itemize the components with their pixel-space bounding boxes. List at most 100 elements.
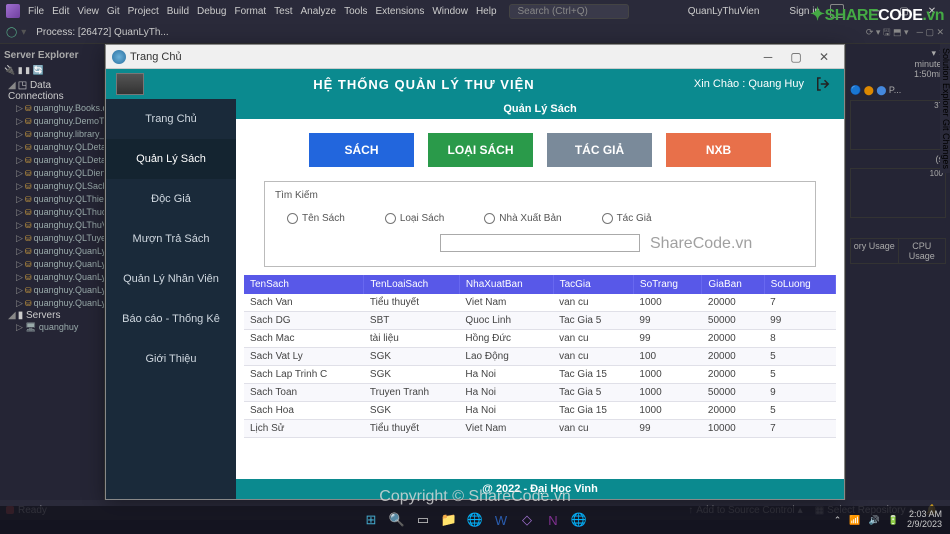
sidebar-item-0[interactable]: Trang Chủ	[106, 99, 236, 139]
db-node[interactable]: ▷⛁quanghuy.library_	[8, 128, 104, 141]
mem-usage-tab[interactable]: ory Usage	[851, 239, 899, 263]
menu-file[interactable]: File	[28, 6, 44, 17]
table-cell: 1000	[633, 366, 701, 384]
sidebar-item-1[interactable]: Quản Lý Sách	[106, 139, 236, 179]
sidebar-item-6[interactable]: Giới Thiệu	[106, 339, 236, 379]
col-header[interactable]: NhaXuatBan	[459, 275, 553, 294]
db-node[interactable]: ▷⛁quanghuy.DemoT	[8, 115, 104, 128]
app-sidebar: Trang ChủQuản Lý SáchĐộc GiảMượn Trả Sác…	[106, 99, 236, 499]
radio-3[interactable]: Tác Giả	[602, 213, 652, 224]
table-cell: 20000	[702, 348, 764, 366]
db-node[interactable]: ▷⛁quanghuy.QLDien	[8, 167, 104, 180]
menu-build[interactable]: Build	[167, 6, 189, 17]
db-node[interactable]: ▷⛁quanghuy.QLDeta	[8, 154, 104, 167]
cpu-usage-tab[interactable]: CPU Usage	[899, 239, 946, 263]
col-header[interactable]: TenLoaiSach	[364, 275, 460, 294]
col-header[interactable]: GiaBan	[702, 275, 764, 294]
table-row[interactable]: Sach ToanTruyen TranhHa NoiTac Gia 51000…	[244, 384, 836, 402]
menu-extensions[interactable]: Extensions	[375, 6, 424, 17]
table-row[interactable]: Sach HoaSGKHa NoiTac Gia 151000200005	[244, 402, 836, 420]
col-header[interactable]: SoTrang	[633, 275, 701, 294]
col-header[interactable]: TacGia	[553, 275, 633, 294]
db-node[interactable]: ▷⛁quanghuy.QuanLy	[8, 245, 104, 258]
data-connections-node[interactable]: ◢◳ Data Connections	[8, 80, 104, 102]
tray-chevron-icon[interactable]: ⌃	[834, 515, 842, 526]
sidebar-item-5[interactable]: Báo cáo - Thống Kê	[106, 299, 236, 339]
vs-taskbar-icon[interactable]: ◇	[516, 509, 538, 531]
sidebar-item-2[interactable]: Độc Giả	[106, 179, 236, 219]
servers-node[interactable]: ◢▮ Servers	[8, 310, 104, 321]
table-cell: Sach Toan	[244, 384, 364, 402]
battery-icon[interactable]: 🔋	[888, 515, 899, 526]
col-header[interactable]: SoLuong	[764, 275, 835, 294]
menu-analyze[interactable]: Analyze	[301, 6, 337, 17]
db-node[interactable]: ▷⛁quanghuy.QuanLy	[8, 271, 104, 284]
table-row[interactable]: Lịch SửTiểu thuyếtViet Namvan cu99100007	[244, 420, 836, 438]
app-close-button[interactable]: ✕	[810, 50, 838, 64]
table-cell: Quoc Linh	[459, 312, 553, 330]
radio-2[interactable]: Nhà Xuất Bản	[484, 213, 561, 224]
data-table-wrap: TenSachTenLoaiSachNhaXuatBanTacGiaSoTran…	[244, 275, 836, 473]
app-maximize-button[interactable]: ▢	[782, 50, 810, 64]
menu-debug[interactable]: Debug	[197, 6, 226, 17]
table-row[interactable]: Sach Mactài liệuHồng Đứcvan cu99200008	[244, 330, 836, 348]
radio-0[interactable]: Tên Sách	[287, 213, 345, 224]
db-node[interactable]: ▷⛁quanghuy.QLThiet	[8, 193, 104, 206]
volume-icon[interactable]: 🔊	[869, 515, 880, 526]
db-node[interactable]: ▷⛁quanghuy.QLThuV	[8, 219, 104, 232]
word-icon[interactable]: W	[490, 509, 512, 531]
tac-gia-button[interactable]: TÁC GIẢ	[547, 133, 652, 167]
server-node[interactable]: ▷🖥 quanghuy	[8, 321, 104, 334]
chrome-icon[interactable]: 🌐	[464, 509, 486, 531]
menu-project[interactable]: Project	[128, 6, 159, 17]
app-minimize-button[interactable]: ─	[754, 50, 782, 64]
menu-help[interactable]: Help	[476, 6, 497, 17]
solution-explorer-tab[interactable]: Solution Explorer	[941, 48, 950, 117]
menu-tools[interactable]: Tools	[344, 6, 367, 17]
taskbar-clock[interactable]: 2:03 AM 2/9/2023	[907, 510, 942, 530]
table-cell: van cu	[553, 294, 633, 312]
menu-format[interactable]: Format	[234, 6, 266, 17]
table-cell: 1000	[633, 294, 701, 312]
nav-back-icon[interactable]: ◯	[6, 27, 17, 38]
table-row[interactable]: Sach Vat LySGKLao Độngvan cu100200005	[244, 348, 836, 366]
menu-view[interactable]: View	[77, 6, 99, 17]
db-node[interactable]: ▷⛁quanghuy.QLTuye	[8, 232, 104, 245]
table-row[interactable]: Sach Lap Trinh CSGKHa NoiTac Gia 1510002…	[244, 366, 836, 384]
menu-git[interactable]: Git	[107, 6, 120, 17]
search-taskbar-icon[interactable]: 🔍	[386, 509, 408, 531]
menu-test[interactable]: Test	[274, 6, 292, 17]
logout-button[interactable]	[812, 73, 834, 95]
db-node[interactable]: ▷⛁quanghuy.QuanLy	[8, 297, 104, 310]
menu-window[interactable]: Window	[432, 6, 468, 17]
onenote-icon[interactable]: N	[542, 509, 564, 531]
db-node[interactable]: ▷⛁quanghuy.QLSach	[8, 180, 104, 193]
task-view-icon[interactable]: ▭	[412, 509, 434, 531]
git-changes-tab[interactable]: Git Changes	[941, 119, 950, 169]
db-node[interactable]: ▷⛁quanghuy.QuanLy	[8, 258, 104, 271]
app-taskbar-icon[interactable]: 🌐	[568, 509, 590, 531]
loai-sach-button[interactable]: LOẠI SÁCH	[428, 133, 533, 167]
vs-right-panel: ▾ ✕ minutes 1:50min 🔵 ⬤ ⬤ P... 37 (s) 10…	[845, 44, 950, 500]
sidebar-item-4[interactable]: Quản Lý Nhân Viên	[106, 259, 236, 299]
col-header[interactable]: TenSach	[244, 275, 364, 294]
start-button[interactable]: ⊞	[360, 509, 382, 531]
db-node[interactable]: ▷⛁quanghuy.QuanLy	[8, 284, 104, 297]
vs-toolbar: ◯ ▾ Process: [26472] QuanLyTh... ⟳ ▾ 🖫 ⬒…	[0, 22, 950, 44]
table-cell: 7	[764, 294, 835, 312]
db-node[interactable]: ▷⛁quanghuy.QLThuc	[8, 206, 104, 219]
app-window-title: Trang Chủ	[130, 51, 182, 63]
radio-1[interactable]: Loại Sách	[385, 213, 444, 224]
explorer-icon[interactable]: 📁	[438, 509, 460, 531]
sidebar-item-3[interactable]: Mượn Trả Sách	[106, 219, 236, 259]
table-row[interactable]: Sach DGSBTQuoc LinhTac Gia 5995000099	[244, 312, 836, 330]
nxb-button[interactable]: NXB	[666, 133, 771, 167]
db-node[interactable]: ▷⛁quanghuy.QLDeta	[8, 141, 104, 154]
search-input[interactable]	[440, 234, 640, 252]
vs-search-input[interactable]: Search (Ctrl+Q)	[509, 4, 629, 19]
table-row[interactable]: Sach VanTiểu thuyếtViet Namvan cu1000200…	[244, 294, 836, 312]
sach-button[interactable]: SÁCH	[309, 133, 414, 167]
wifi-icon[interactable]: 📶	[849, 515, 860, 526]
menu-edit[interactable]: Edit	[52, 6, 69, 17]
db-node[interactable]: ▷⛁quanghuy.Books.d	[8, 102, 104, 115]
